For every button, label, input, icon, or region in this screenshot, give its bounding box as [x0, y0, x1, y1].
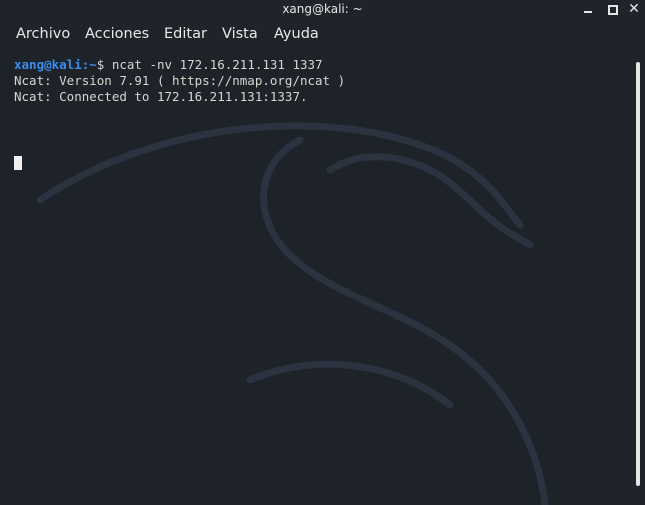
kali-dragon-watermark	[36, 122, 549, 505]
text-cursor	[14, 156, 22, 170]
prompt-user-host: xang@kali	[14, 57, 82, 72]
title-bar: xang@kali: ~ ✕	[0, 0, 645, 20]
scrollbar[interactable]	[632, 50, 645, 505]
prompt-symbol: $	[96, 57, 112, 72]
terminal-output-line: Ncat: Version 7.91 ( https://nmap.org/nc…	[14, 73, 346, 88]
scrollbar-thumb[interactable]	[636, 62, 640, 486]
menu-archivo[interactable]: Archivo	[16, 26, 70, 42]
menu-acciones[interactable]: Acciones	[85, 26, 149, 42]
terminal-area[interactable]: xang@kali:~$ ncat -nv 172.16.211.131 133…	[0, 50, 632, 505]
menu-editar[interactable]: Editar	[164, 26, 207, 42]
menu-ayuda[interactable]: Ayuda	[274, 26, 319, 42]
maximize-icon	[608, 5, 618, 15]
menu-vista[interactable]: Vista	[222, 26, 258, 42]
terminal-output-line: Ncat: Connected to 172.16.211.131:1337.	[14, 89, 308, 104]
minimize-button[interactable]	[580, 1, 596, 17]
maximize-button[interactable]	[604, 1, 620, 17]
menu-bar: Archivo Acciones Editar Vista Ayuda	[0, 20, 645, 50]
prompt-path: :~	[81, 57, 97, 72]
minimize-icon	[584, 11, 592, 13]
command-text: ncat -nv 172.16.211.131 1337	[111, 57, 323, 72]
close-icon: ✕	[628, 1, 640, 17]
terminal-command-line: xang@kali:~$ ncat -nv 172.16.211.131 133…	[14, 57, 323, 72]
close-button[interactable]: ✕	[626, 1, 642, 17]
window-title: xang@kali: ~	[282, 2, 363, 16]
